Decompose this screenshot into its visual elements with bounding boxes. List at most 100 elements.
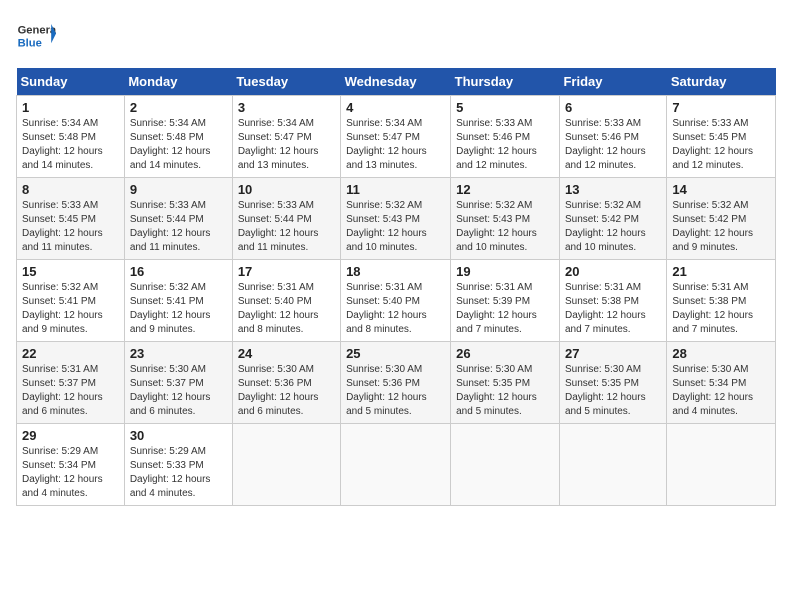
calendar-cell: 20 Sunrise: 5:31 AM Sunset: 5:38 PM Dayl… [559, 260, 666, 342]
day-info: Sunrise: 5:31 AM Sunset: 5:40 PM Dayligh… [238, 281, 335, 337]
day-info: Sunrise: 5:31 AM Sunset: 5:39 PM Dayligh… [456, 281, 554, 337]
day-info: Sunrise: 5:30 AM Sunset: 5:36 PM Dayligh… [346, 363, 445, 419]
day-number: 19 [456, 264, 554, 279]
calendar-cell: 22 Sunrise: 5:31 AM Sunset: 5:37 PM Dayl… [17, 342, 125, 424]
calendar-cell: 19 Sunrise: 5:31 AM Sunset: 5:39 PM Dayl… [451, 260, 560, 342]
calendar-cell [667, 424, 776, 506]
day-number: 10 [238, 182, 335, 197]
day-info: Sunrise: 5:34 AM Sunset: 5:48 PM Dayligh… [22, 117, 119, 173]
calendar-cell: 5 Sunrise: 5:33 AM Sunset: 5:46 PM Dayli… [451, 96, 560, 178]
day-info: Sunrise: 5:32 AM Sunset: 5:42 PM Dayligh… [565, 199, 661, 255]
day-info: Sunrise: 5:31 AM Sunset: 5:37 PM Dayligh… [22, 363, 119, 419]
day-number: 14 [672, 182, 770, 197]
calendar-table: Sunday Monday Tuesday Wednesday Thursday… [16, 68, 776, 506]
day-number: 28 [672, 346, 770, 361]
day-number: 22 [22, 346, 119, 361]
day-number: 13 [565, 182, 661, 197]
calendar-cell: 21 Sunrise: 5:31 AM Sunset: 5:38 PM Dayl… [667, 260, 776, 342]
day-number: 17 [238, 264, 335, 279]
day-number: 16 [130, 264, 227, 279]
calendar-cell: 6 Sunrise: 5:33 AM Sunset: 5:46 PM Dayli… [559, 96, 666, 178]
calendar-cell: 26 Sunrise: 5:30 AM Sunset: 5:35 PM Dayl… [451, 342, 560, 424]
calendar-cell: 16 Sunrise: 5:32 AM Sunset: 5:41 PM Dayl… [124, 260, 232, 342]
svg-text:General: General [18, 25, 56, 37]
calendar-cell [232, 424, 340, 506]
day-info: Sunrise: 5:30 AM Sunset: 5:36 PM Dayligh… [238, 363, 335, 419]
day-number: 8 [22, 182, 119, 197]
day-info: Sunrise: 5:32 AM Sunset: 5:41 PM Dayligh… [130, 281, 227, 337]
day-info: Sunrise: 5:30 AM Sunset: 5:35 PM Dayligh… [565, 363, 661, 419]
day-info: Sunrise: 5:32 AM Sunset: 5:43 PM Dayligh… [456, 199, 554, 255]
day-number: 30 [130, 428, 227, 443]
day-info: Sunrise: 5:34 AM Sunset: 5:47 PM Dayligh… [238, 117, 335, 173]
day-info: Sunrise: 5:29 AM Sunset: 5:34 PM Dayligh… [22, 445, 119, 501]
col-wednesday: Wednesday [341, 68, 451, 96]
calendar-cell: 4 Sunrise: 5:34 AM Sunset: 5:47 PM Dayli… [341, 96, 451, 178]
day-number: 24 [238, 346, 335, 361]
calendar-cell: 17 Sunrise: 5:31 AM Sunset: 5:40 PM Dayl… [232, 260, 340, 342]
day-number: 5 [456, 100, 554, 115]
calendar-cell: 24 Sunrise: 5:30 AM Sunset: 5:36 PM Dayl… [232, 342, 340, 424]
day-number: 3 [238, 100, 335, 115]
calendar-cell: 30 Sunrise: 5:29 AM Sunset: 5:33 PM Dayl… [124, 424, 232, 506]
col-thursday: Thursday [451, 68, 560, 96]
day-number: 7 [672, 100, 770, 115]
day-number: 25 [346, 346, 445, 361]
day-info: Sunrise: 5:31 AM Sunset: 5:40 PM Dayligh… [346, 281, 445, 337]
calendar-cell: 25 Sunrise: 5:30 AM Sunset: 5:36 PM Dayl… [341, 342, 451, 424]
day-info: Sunrise: 5:34 AM Sunset: 5:48 PM Dayligh… [130, 117, 227, 173]
day-info: Sunrise: 5:33 AM Sunset: 5:44 PM Dayligh… [130, 199, 227, 255]
calendar-cell: 10 Sunrise: 5:33 AM Sunset: 5:44 PM Dayl… [232, 178, 340, 260]
day-info: Sunrise: 5:33 AM Sunset: 5:44 PM Dayligh… [238, 199, 335, 255]
day-number: 26 [456, 346, 554, 361]
day-number: 4 [346, 100, 445, 115]
calendar-cell: 1 Sunrise: 5:34 AM Sunset: 5:48 PM Dayli… [17, 96, 125, 178]
day-number: 21 [672, 264, 770, 279]
calendar-cell [559, 424, 666, 506]
calendar-week-row: 22 Sunrise: 5:31 AM Sunset: 5:37 PM Dayl… [17, 342, 776, 424]
logo: General Blue [16, 16, 60, 56]
calendar-cell: 8 Sunrise: 5:33 AM Sunset: 5:45 PM Dayli… [17, 178, 125, 260]
day-info: Sunrise: 5:32 AM Sunset: 5:43 PM Dayligh… [346, 199, 445, 255]
day-number: 11 [346, 182, 445, 197]
day-number: 20 [565, 264, 661, 279]
day-number: 6 [565, 100, 661, 115]
day-number: 2 [130, 100, 227, 115]
day-info: Sunrise: 5:33 AM Sunset: 5:45 PM Dayligh… [672, 117, 770, 173]
svg-text:Blue: Blue [18, 37, 42, 49]
day-number: 27 [565, 346, 661, 361]
day-info: Sunrise: 5:32 AM Sunset: 5:41 PM Dayligh… [22, 281, 119, 337]
day-info: Sunrise: 5:34 AM Sunset: 5:47 PM Dayligh… [346, 117, 445, 173]
calendar-cell: 14 Sunrise: 5:32 AM Sunset: 5:42 PM Dayl… [667, 178, 776, 260]
calendar-cell: 15 Sunrise: 5:32 AM Sunset: 5:41 PM Dayl… [17, 260, 125, 342]
col-saturday: Saturday [667, 68, 776, 96]
day-number: 12 [456, 182, 554, 197]
calendar-cell: 28 Sunrise: 5:30 AM Sunset: 5:34 PM Dayl… [667, 342, 776, 424]
calendar-cell [341, 424, 451, 506]
calendar-cell: 29 Sunrise: 5:29 AM Sunset: 5:34 PM Dayl… [17, 424, 125, 506]
day-number: 15 [22, 264, 119, 279]
calendar-cell: 13 Sunrise: 5:32 AM Sunset: 5:42 PM Dayl… [559, 178, 666, 260]
day-number: 1 [22, 100, 119, 115]
day-info: Sunrise: 5:30 AM Sunset: 5:34 PM Dayligh… [672, 363, 770, 419]
day-info: Sunrise: 5:31 AM Sunset: 5:38 PM Dayligh… [672, 281, 770, 337]
day-number: 18 [346, 264, 445, 279]
day-info: Sunrise: 5:32 AM Sunset: 5:42 PM Dayligh… [672, 199, 770, 255]
calendar-cell: 7 Sunrise: 5:33 AM Sunset: 5:45 PM Dayli… [667, 96, 776, 178]
calendar-cell: 12 Sunrise: 5:32 AM Sunset: 5:43 PM Dayl… [451, 178, 560, 260]
calendar-cell: 3 Sunrise: 5:34 AM Sunset: 5:47 PM Dayli… [232, 96, 340, 178]
day-info: Sunrise: 5:30 AM Sunset: 5:35 PM Dayligh… [456, 363, 554, 419]
day-number: 29 [22, 428, 119, 443]
day-info: Sunrise: 5:31 AM Sunset: 5:38 PM Dayligh… [565, 281, 661, 337]
day-number: 9 [130, 182, 227, 197]
day-info: Sunrise: 5:33 AM Sunset: 5:46 PM Dayligh… [456, 117, 554, 173]
day-info: Sunrise: 5:30 AM Sunset: 5:37 PM Dayligh… [130, 363, 227, 419]
day-info: Sunrise: 5:29 AM Sunset: 5:33 PM Dayligh… [130, 445, 227, 501]
col-sunday: Sunday [17, 68, 125, 96]
day-number: 23 [130, 346, 227, 361]
calendar-week-row: 29 Sunrise: 5:29 AM Sunset: 5:34 PM Dayl… [17, 424, 776, 506]
calendar-cell [451, 424, 560, 506]
day-info: Sunrise: 5:33 AM Sunset: 5:45 PM Dayligh… [22, 199, 119, 255]
calendar-cell: 18 Sunrise: 5:31 AM Sunset: 5:40 PM Dayl… [341, 260, 451, 342]
calendar-header-row: Sunday Monday Tuesday Wednesday Thursday… [17, 68, 776, 96]
